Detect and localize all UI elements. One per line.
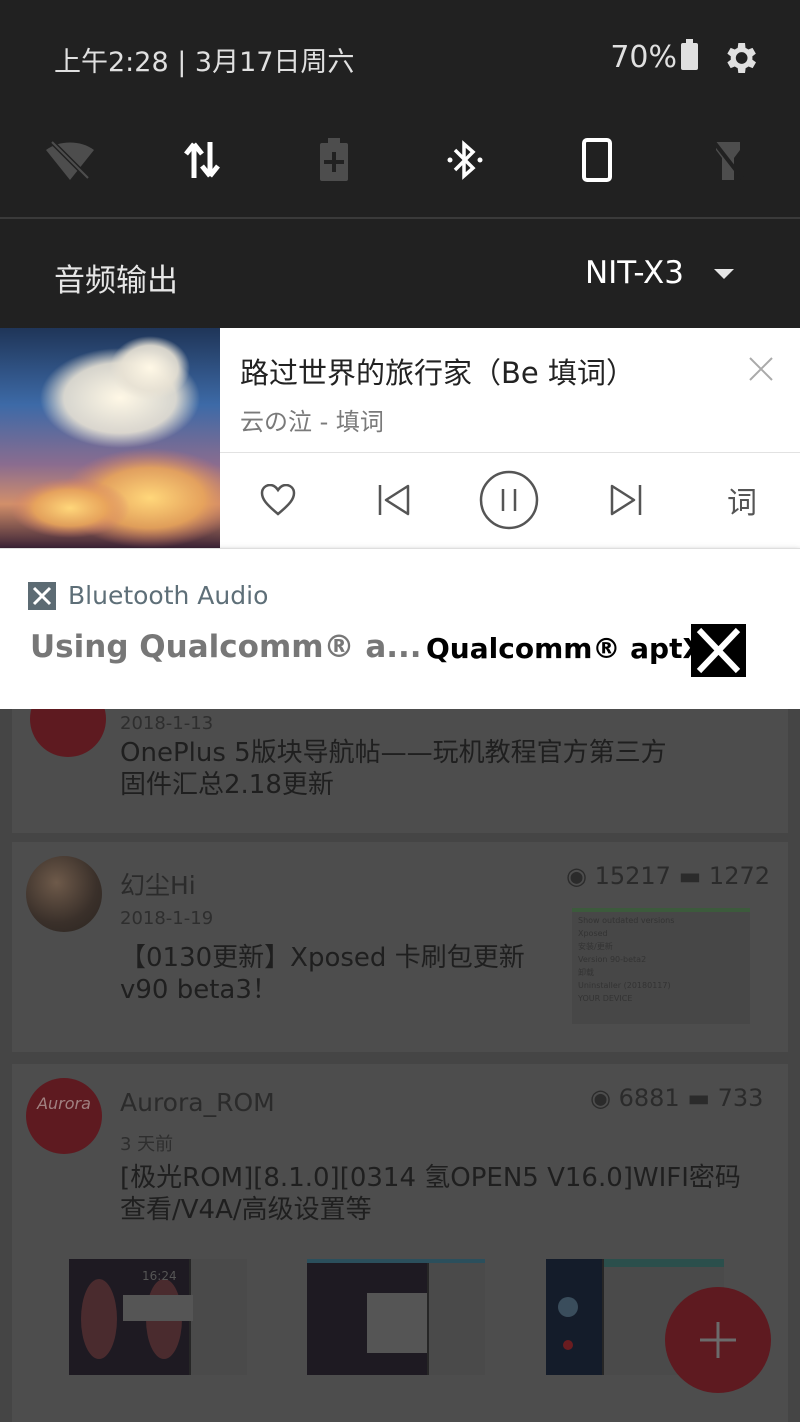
bt-app-name: Bluetooth Audio <box>68 581 269 610</box>
heart-icon[interactable] <box>246 468 310 532</box>
post-thumbnail[interactable]: 16:24 <box>69 1259 247 1375</box>
mobile-data-icon[interactable] <box>172 130 232 190</box>
lyrics-button[interactable]: 词 <box>710 468 774 532</box>
thumb-line: YOUR DEVICE <box>578 994 633 1003</box>
thumb-line: Xposed <box>578 929 608 938</box>
author-name[interactable]: 幻尘Hi <box>120 866 196 902</box>
chevron-down-icon[interactable] <box>714 269 734 279</box>
post-title-line: v90 beta3！ <box>120 975 278 1005</box>
thumb-line: 安装/更新 <box>578 942 613 951</box>
audio-output-device[interactable]: NIT-X3 <box>585 255 684 291</box>
post-stats: ◉ 15217 ▬ 1272 <box>566 862 770 890</box>
qualcomm-aptx-logo: Qualcomm® aptX™ <box>426 632 733 665</box>
feed-card[interactable]: Aurora Aurora_ROM 3 天前 ◉ 6881 ▬ 733 [极光R… <box>12 1064 788 1422</box>
feed-card[interactable]: 幻尘Hi 2018-1-19 ◉ 15217 ▬ 1272 【0130更新】Xp… <box>12 842 788 1052</box>
music-separator <box>220 452 800 453</box>
audio-output-row[interactable]: 音频输出 NIT-X3 <box>0 219 800 328</box>
battery-percent: 70% <box>610 40 677 75</box>
comment-icon: ▬ <box>687 1084 710 1112</box>
next-track-icon[interactable] <box>594 468 658 532</box>
comment-count: 1272 <box>708 862 770 890</box>
quick-settings-panel: 上午2:28 | 3月17日周六 70% 音频输出 NIT-X3 <box>0 0 800 328</box>
post-title-line: 【0130更新】Xposed 卡刷包更新 <box>120 943 525 973</box>
audio-output-label: 音频输出 <box>54 263 178 299</box>
post-date: 2018-1-13 <box>120 713 214 734</box>
track-title: 路过世界的旅行家（Be 填词） <box>240 356 635 390</box>
post-title[interactable]: OnePlus 5版块导航帖——玩机教程官方第三方 固件汇总2.18更新 <box>120 737 667 801</box>
post-title[interactable]: 【0130更新】Xposed 卡刷包更新 v90 beta3！ <box>120 942 525 1006</box>
wifi-off-icon[interactable] <box>40 130 100 190</box>
bt-app-header: Bluetooth Audio <box>28 581 268 610</box>
avatar[interactable]: Aurora <box>26 1078 102 1154</box>
post-date: 3 天前 <box>120 1134 174 1155</box>
thumb-line: Show outdated versions <box>578 916 675 925</box>
music-notification[interactable]: 路过世界的旅行家（Be 填词） 云の泣 - 填词 词 <box>0 328 800 548</box>
album-art <box>0 328 220 548</box>
bluetooth-icon[interactable] <box>435 130 495 190</box>
avatar-text: Aurora <box>37 1094 91 1113</box>
battery-icon <box>681 39 698 70</box>
add-icon <box>700 1322 736 1358</box>
comment-count: 733 <box>717 1084 764 1112</box>
add-post-button[interactable] <box>665 1287 771 1393</box>
settings-gear-icon[interactable] <box>720 38 760 78</box>
view-count: 6881 <box>618 1084 680 1112</box>
post-stats: ◉ 6881 ▬ 733 <box>590 1084 763 1112</box>
pause-icon[interactable] <box>477 468 541 532</box>
comment-icon: ▬ <box>678 862 702 890</box>
battery-status: 70% <box>610 39 698 75</box>
author-name[interactable]: Aurora_ROM <box>120 1088 275 1117</box>
post-title-line: OnePlus 5版块导航帖——玩机教程官方第三方 <box>120 738 667 768</box>
post-title[interactable]: [极光ROM][8.1.0][0314 氢OPEN5 V16.0]WIFI密码 … <box>120 1162 741 1226</box>
date-time: 上午2:28 | 3月17日周六 <box>54 47 355 78</box>
thumb-line: Uninstaller (20180117) <box>578 981 671 990</box>
thumb-line: Version 90-beta2 <box>578 955 647 964</box>
eye-icon: ◉ <box>566 862 587 890</box>
track-artist: 云の泣 - 填词 <box>240 408 384 436</box>
flashlight-icon[interactable] <box>698 130 758 190</box>
post-date: 2018-1-19 <box>120 908 214 929</box>
thumb-time: 16:24 <box>142 1269 177 1283</box>
quick-tiles <box>0 130 800 190</box>
view-count: 15217 <box>594 862 671 890</box>
post-title-line: 查看/V4A/高级设置等 <box>120 1195 372 1225</box>
forum-feed: 2018-1-13 OnePlus 5版块导航帖——玩机教程官方第三方 固件汇总… <box>0 709 800 1422</box>
bt-message: Using Qualcomm® a... <box>30 629 422 665</box>
aptx-logo-icon <box>691 624 746 677</box>
battery-saver-icon[interactable] <box>304 130 364 190</box>
post-title-line: 固件汇总2.18更新 <box>120 770 334 800</box>
previous-track-icon[interactable] <box>362 468 426 532</box>
feed-card[interactable]: 2018-1-13 OnePlus 5版块导航帖——玩机教程官方第三方 固件汇总… <box>12 709 788 833</box>
post-thumbnail[interactable] <box>307 1259 485 1375</box>
post-title-line: [极光ROM][8.1.0][0314 氢OPEN5 V16.0]WIFI密码 <box>120 1163 741 1193</box>
avatar <box>30 709 106 757</box>
post-thumbnail[interactable]: Show outdated versions Xposed 安装/更新 Vers… <box>572 908 750 1024</box>
status-row: 上午2:28 | 3月17日周六 70% <box>54 38 760 80</box>
auto-rotate-icon[interactable] <box>567 130 627 190</box>
avatar[interactable] <box>26 856 102 932</box>
thumbnail-content: Show outdated versions Xposed 安装/更新 Vers… <box>572 912 750 1007</box>
eye-icon: ◉ <box>590 1084 611 1112</box>
close-icon[interactable] <box>746 354 776 384</box>
bluetooth-audio-notification[interactable]: Bluetooth Audio Using Qualcomm® a... Qua… <box>0 548 800 709</box>
thumb-line: 卸载 <box>578 968 594 977</box>
aptx-small-icon <box>28 581 56 610</box>
